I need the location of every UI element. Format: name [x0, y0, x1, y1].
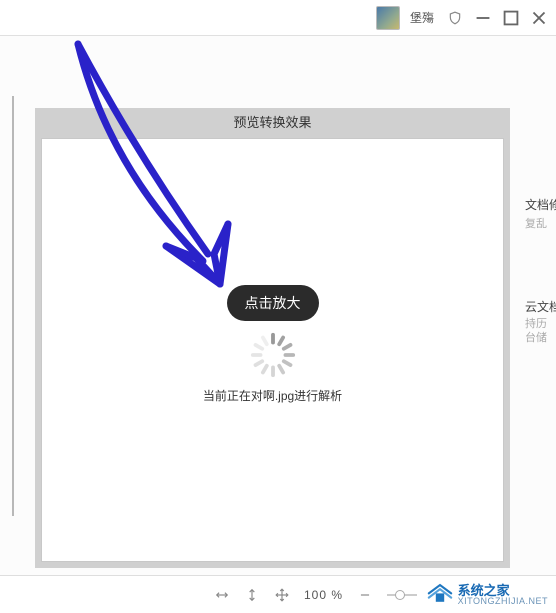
fit-page-icon[interactable]	[274, 587, 290, 603]
side-card-1: 文档修 复乱	[525, 196, 556, 231]
side-card-1-title: 文档修	[525, 196, 556, 213]
vertical-divider	[12, 96, 14, 516]
username: 堡殤	[410, 9, 434, 26]
side-card-2-title: 云文档	[525, 298, 556, 315]
preview-title: 预览转换效果	[35, 108, 510, 138]
titlebar: 堡殤	[0, 0, 556, 36]
parsing-status: 当前正在对啊.jpg进行解析	[42, 387, 503, 404]
loading-spinner-icon	[249, 331, 297, 379]
content-area: 预览转换效果 点击放大	[0, 36, 556, 575]
watermark-url: XITONGZHIJIA.NET	[458, 597, 548, 606]
side-card-2-sub: 持历 台储	[525, 317, 556, 346]
fit-height-icon[interactable]	[244, 587, 260, 603]
watermark-title: 系统之家	[458, 584, 548, 597]
preview-panel: 预览转换效果 点击放大	[35, 108, 510, 568]
house-icon	[426, 580, 454, 609]
side-card-1-sub: 复乱	[525, 215, 556, 231]
shield-icon[interactable]	[444, 7, 466, 29]
preview-canvas[interactable]: 点击放大	[41, 138, 504, 562]
zoom-percent: 100 %	[304, 588, 343, 602]
watermark: 系统之家 XITONGZHIJIA.NET	[422, 578, 552, 611]
side-card-2: 云文档 持历 台储	[525, 298, 556, 346]
minimize-button[interactable]	[472, 7, 494, 29]
zoom-out-icon[interactable]	[357, 587, 373, 603]
close-button[interactable]	[528, 7, 550, 29]
avatar[interactable]	[376, 6, 400, 30]
zoom-tooltip: 点击放大	[227, 285, 319, 321]
maximize-button[interactable]	[500, 7, 522, 29]
fit-width-icon[interactable]	[214, 587, 230, 603]
zoom-slider[interactable]	[387, 590, 417, 600]
